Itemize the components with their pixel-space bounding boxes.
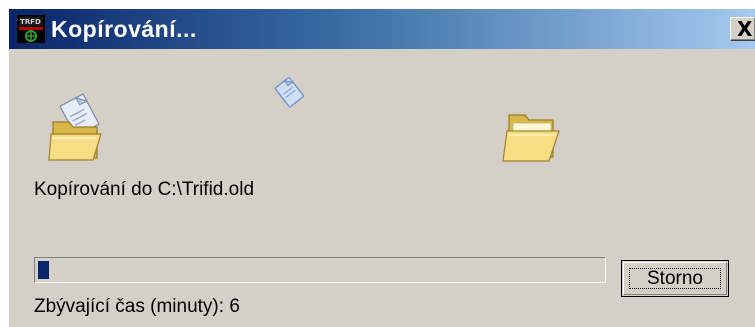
copy-dialog: TRFD Kopírování... X Kopírování do C:\Tr… xyxy=(8,8,755,327)
folder-open-with-document-icon xyxy=(48,93,102,161)
copy-progress-bar xyxy=(34,257,606,283)
flying-document-icon xyxy=(274,76,305,108)
trifid-app-icon: TRFD xyxy=(17,15,45,43)
title-bar[interactable]: TRFD Kopírování... X xyxy=(9,9,755,49)
svg-text:TRFD: TRFD xyxy=(20,18,41,26)
storno-button-bevel: Storno xyxy=(623,262,727,295)
remaining-time-text: Zbývající čas (minuty): 6 xyxy=(34,296,240,317)
folder-open-icon xyxy=(502,114,560,162)
copy-destination-text: Kopírování do C:\Trifid.old xyxy=(34,179,255,200)
storno-button-label: Storno xyxy=(629,268,721,289)
storno-button[interactable]: Storno xyxy=(621,260,729,297)
progress-fill xyxy=(38,261,49,279)
window-title: Kopírování... xyxy=(51,16,197,42)
close-button[interactable]: X xyxy=(730,17,755,41)
